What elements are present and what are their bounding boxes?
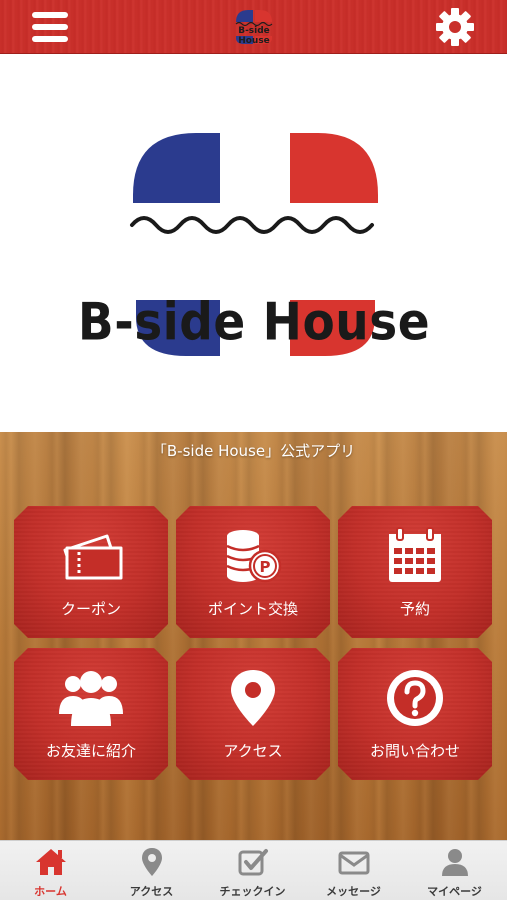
app-header: B-side House: [0, 0, 507, 54]
reservation-label: 予約: [399, 600, 430, 618]
coupon-label: クーポン: [60, 600, 121, 618]
tab-mypage[interactable]: マイページ: [404, 841, 505, 900]
tab-home-label: ホーム: [34, 885, 67, 898]
contact-label: お問い合わせ: [369, 742, 460, 760]
menu-panel: 「B-side House」公式アプリ クーポン P ポイント交換 予約 お友達…: [0, 432, 507, 840]
svg-text:P: P: [260, 558, 271, 576]
header-logo: B-side House: [222, 8, 286, 46]
hero-logo-text: B-side House: [77, 292, 431, 353]
calendar-icon: [338, 526, 492, 590]
tab-checkin[interactable]: チェックイン: [202, 841, 303, 900]
header-logo-text: B-side House: [238, 26, 270, 46]
coins-point-icon: P: [176, 526, 330, 590]
refer-friend-button[interactable]: お友達に紹介: [14, 648, 168, 780]
map-pin-icon: [176, 668, 330, 732]
contact-button[interactable]: お問い合わせ: [338, 648, 492, 780]
checkbox-icon: [202, 847, 303, 877]
access-label: アクセス: [223, 742, 283, 760]
hamburger-menu-icon[interactable]: [26, 9, 74, 45]
point-exchange-label: ポイント交換: [207, 600, 298, 618]
home-icon: [0, 847, 101, 877]
users-group-icon: [14, 668, 168, 732]
hero-logo-area: B-side House: [0, 55, 507, 432]
ticket-icon: [14, 526, 168, 590]
envelope-icon: [303, 847, 404, 877]
tab-access[interactable]: アクセス: [101, 841, 202, 900]
bottom-tab-bar: ホーム アクセス チェックイン メッセージ マイページ: [0, 840, 507, 900]
tab-access-label: アクセス: [129, 885, 174, 898]
refer-friend-label: お友達に紹介: [45, 742, 136, 760]
user-icon: [404, 847, 505, 877]
tab-mypage-label: マイページ: [427, 885, 482, 898]
coupon-button[interactable]: クーポン: [14, 506, 168, 638]
map-pin-icon: [101, 847, 202, 877]
reservation-button[interactable]: 予約: [338, 506, 492, 638]
hero-logo-graphic: [130, 133, 378, 356]
point-exchange-button[interactable]: P ポイント交換: [176, 506, 330, 638]
gear-icon[interactable]: [434, 6, 476, 48]
question-circle-icon: [338, 668, 492, 732]
tab-message-label: メッセージ: [326, 885, 381, 898]
tab-message[interactable]: メッセージ: [303, 841, 404, 900]
app-subtitle: 「B-side House」公式アプリ: [151, 442, 356, 460]
tab-checkin-label: チェックイン: [219, 885, 286, 898]
access-button[interactable]: アクセス: [176, 648, 330, 780]
tab-home[interactable]: ホーム: [0, 841, 101, 900]
